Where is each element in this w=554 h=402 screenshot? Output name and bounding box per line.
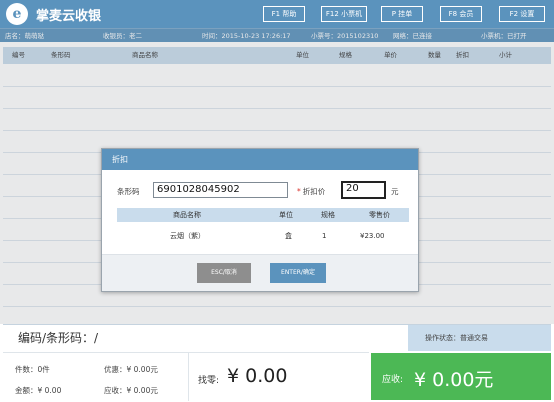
dialog-col-spec: 规格 (321, 211, 335, 219)
product-spec: 1 (322, 232, 327, 240)
change-panel: 找零: ¥ 0.00 (188, 353, 369, 401)
discount-price-label: * 折扣价 (297, 187, 326, 196)
printer-button[interactable]: F12 小票机 (321, 6, 367, 22)
top-bar: e 掌麦云收银 F1 帮助 F12 小票机 P 挂单 F8 会员 F2 设置 (0, 0, 554, 28)
hold-order-button[interactable]: P 挂单 (381, 6, 423, 22)
app-logo-icon: e (6, 3, 28, 25)
dialog-col-unit: 单位 (279, 211, 293, 219)
dialog-col-price: 零售价 (369, 211, 390, 219)
product-unit: 盒 (285, 232, 292, 240)
dialog-title: 折扣 (102, 149, 418, 170)
product-price: ¥23.00 (360, 232, 385, 240)
discount-dialog: 折扣 条形码 6901028045902 * 折扣价 20 元 商品名称 单位 规… (101, 148, 419, 292)
barcode-input[interactable]: 6901028045902 (153, 182, 288, 198)
item-count: 件数：0件 (15, 365, 50, 374)
dialog-table-header: 商品名称 单位 规格 零售价 (117, 208, 409, 222)
operation-status: 操作状态：普通交易 (408, 325, 551, 351)
amount-due-panel: 应收: ¥ 0.00元 (371, 353, 551, 400)
barcode-entry-input[interactable]: 编码/条形码：/ (18, 329, 98, 346)
summary-panel: 件数：0件 优惠：¥ 0.00元 金额：¥ 0.00 应收：¥ 0.00元 找零… (3, 352, 369, 401)
required-asterisk-icon: * (297, 187, 301, 196)
receivable-total: 应收：¥ 0.00元 (104, 386, 158, 395)
dialog-table-row[interactable]: 云烟（紫） 盒 1 ¥23.00 (117, 229, 409, 243)
product-name: 云烟（紫） (170, 232, 205, 240)
unit-suffix: 元 (391, 187, 399, 196)
barcode-entry-bar: 编码/条形码：/ 操作状态：普通交易 (3, 324, 551, 351)
help-button[interactable]: F1 帮助 (263, 6, 305, 22)
amount-due-value: ¥ 0.00元 (414, 369, 494, 391)
amount-due-label: 应收: (382, 375, 404, 385)
discount-total: 优惠：¥ 0.00元 (104, 365, 158, 374)
dialog-col-name: 商品名称 (173, 211, 201, 219)
member-button[interactable]: F8 会员 (440, 6, 482, 22)
discount-price-input[interactable]: 20 (341, 181, 386, 199)
settings-button[interactable]: F2 设置 (499, 6, 545, 22)
dialog-footer: ESC/取消 ENTER/确定 (102, 254, 418, 291)
app-title: 掌麦云收银 (36, 9, 102, 24)
change-value: ¥ 0.00 (227, 365, 288, 387)
barcode-label: 条形码 (117, 187, 140, 196)
confirm-button[interactable]: ENTER/确定 (270, 263, 326, 283)
cancel-button[interactable]: ESC/取消 (197, 263, 251, 283)
amount-total: 金额：¥ 0.00 (15, 386, 62, 395)
change-label: 找零: (198, 376, 220, 386)
